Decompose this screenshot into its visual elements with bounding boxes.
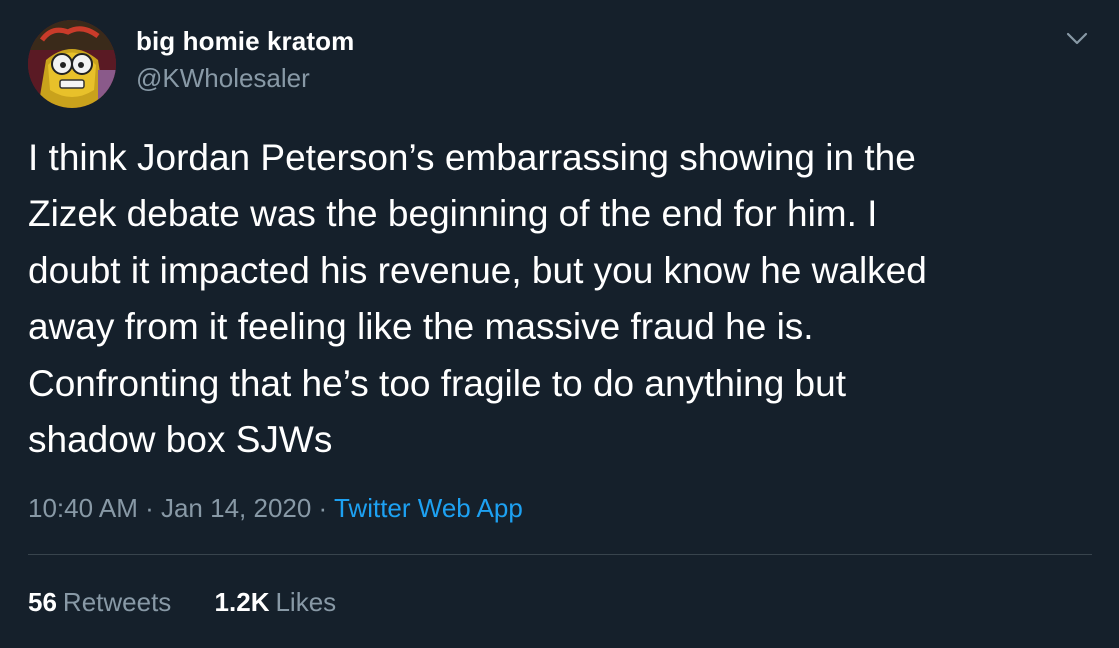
divider xyxy=(28,554,1092,555)
user-handle[interactable]: @KWholesaler xyxy=(136,63,310,94)
tweet-time[interactable]: 10:40 AM xyxy=(28,493,138,523)
avatar[interactable] xyxy=(28,20,116,108)
more-options-button[interactable] xyxy=(1060,22,1094,56)
tweet-stats: 56 Retweets 1.2K Likes xyxy=(28,587,372,618)
retweets-count: 56 xyxy=(28,587,57,617)
likes-label: Likes xyxy=(275,587,337,617)
tweet-date[interactable]: Jan 14, 2020 xyxy=(161,493,311,523)
tweet-card: big homie kratom @KWholesaler I think Jo… xyxy=(0,0,1119,648)
tweet-source-link[interactable]: Twitter Web App xyxy=(334,493,523,523)
meta-separator: · xyxy=(311,493,334,523)
likes-count: 1.2K xyxy=(214,587,270,617)
avatar-image xyxy=(28,20,116,108)
tweet-text: I think Jordan Peterson’s embarrassing s… xyxy=(28,137,927,461)
tweet-metadata: 10:40 AM · Jan 14, 2020 · Twitter Web Ap… xyxy=(28,493,523,524)
likes-stat[interactable]: 1.2K Likes xyxy=(215,587,337,618)
display-name[interactable]: big homie kratom xyxy=(136,26,354,57)
retweets-label: Retweets xyxy=(62,587,172,617)
retweets-stat[interactable]: 56 Retweets xyxy=(28,587,171,618)
meta-separator: · xyxy=(137,493,161,523)
chevron-down-icon xyxy=(1066,32,1088,45)
